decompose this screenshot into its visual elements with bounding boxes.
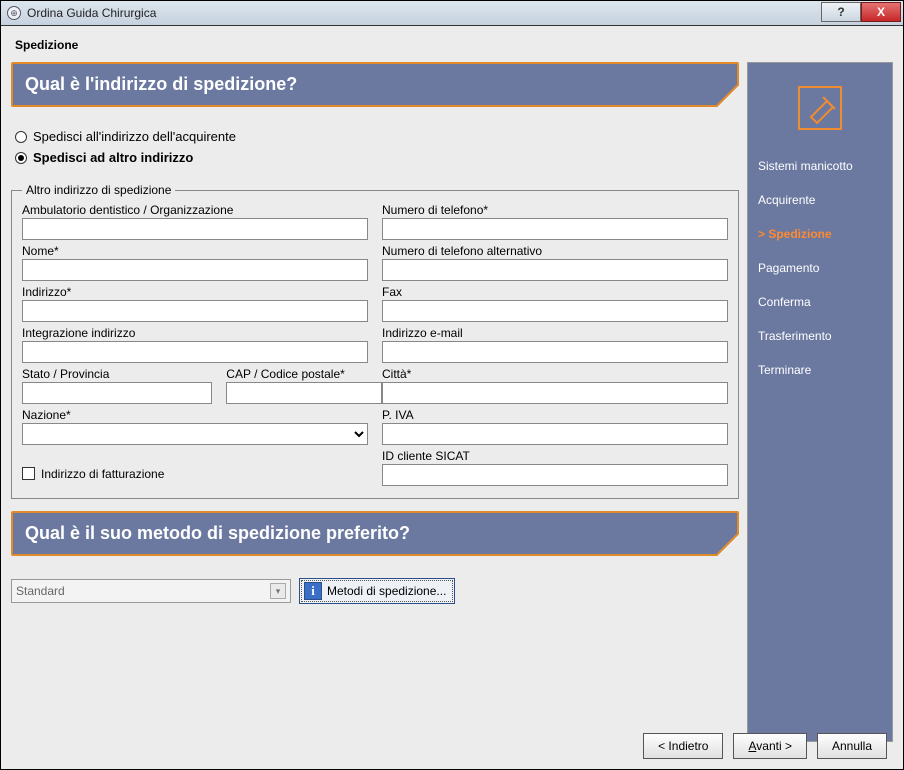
- chevron-down-icon: ▾: [270, 583, 286, 599]
- sidebar-step-payment[interactable]: Pagamento: [756, 251, 884, 285]
- close-button[interactable]: X: [861, 2, 901, 22]
- ship-method-value: Standard: [16, 584, 65, 598]
- sidebar-step-buyer[interactable]: Acquirente: [756, 183, 884, 217]
- banner-method-text: Qual è il suo metodo di spedizione prefe…: [25, 523, 410, 543]
- radio-ship-to-other-label: Spedisci ad altro indirizzo: [33, 150, 193, 165]
- sidebar-step-sleeves[interactable]: Sistemi manicotto: [756, 149, 884, 183]
- next-button[interactable]: Avanti >: [733, 733, 807, 759]
- content-area: Spedizione Qual è l'indirizzo di spedizi…: [1, 26, 903, 769]
- input-sicat-id[interactable]: [382, 464, 728, 486]
- label-province: Stato / Provincia: [22, 367, 212, 381]
- fieldset-legend: Altro indirizzo di spedizione: [22, 183, 175, 197]
- checkbox-icon: [22, 467, 35, 480]
- select-country[interactable]: [22, 423, 368, 445]
- ship-methods-info-label: Metodi di spedizione...: [327, 584, 446, 598]
- info-icon: i: [304, 582, 322, 600]
- left-column: Qual è l'indirizzo di spedizione? Spedis…: [11, 62, 739, 742]
- label-address: Indirizzo*: [22, 285, 368, 299]
- label-fax: Fax: [382, 285, 728, 299]
- ship-method-select[interactable]: Standard ▾: [11, 579, 291, 603]
- sidebar-step-transfer[interactable]: Trasferimento: [756, 319, 884, 353]
- label-postal: CAP / Codice postale*: [226, 367, 382, 381]
- input-city[interactable]: [382, 382, 728, 404]
- label-email: Indirizzo e-mail: [382, 326, 728, 340]
- radio-ship-to-buyer[interactable]: Spedisci all'indirizzo dell'acquirente: [15, 129, 735, 144]
- billing-checkbox-row[interactable]: Indirizzo di fatturazione: [22, 461, 368, 486]
- input-postal[interactable]: [226, 382, 382, 404]
- dialog-window: ⊕ Ordina Guida Chirurgica ? X Spedizione…: [0, 0, 904, 770]
- input-email[interactable]: [382, 341, 728, 363]
- radio-ship-to-other[interactable]: Spedisci ad altro indirizzo: [15, 150, 735, 165]
- input-org[interactable]: [22, 218, 368, 240]
- window-title: Ordina Guida Chirurgica: [27, 6, 156, 20]
- label-org: Ambulatorio dentistico / Organizzazione: [22, 203, 368, 217]
- label-city: Città*: [382, 367, 728, 381]
- sidebar-step-shipping[interactable]: Spedizione: [756, 217, 884, 251]
- banner-address-text: Qual è l'indirizzo di spedizione?: [25, 74, 297, 94]
- app-icon: ⊕: [7, 6, 21, 20]
- sidebar-logo: [756, 73, 884, 143]
- ship-methods-info-button[interactable]: i Metodi di spedizione...: [299, 578, 455, 604]
- sidebar-step-confirm[interactable]: Conferma: [756, 285, 884, 319]
- sidebar-step-finish[interactable]: Terminare: [756, 353, 884, 387]
- input-fax[interactable]: [382, 300, 728, 322]
- input-piva[interactable]: [382, 423, 728, 445]
- radio-ship-to-buyer-label: Spedisci all'indirizzo dell'acquirente: [33, 129, 236, 144]
- banner-address-question: Qual è l'indirizzo di spedizione?: [11, 62, 739, 107]
- label-name: Nome*: [22, 244, 368, 258]
- banner-corner-fold: [715, 532, 739, 556]
- cancel-button[interactable]: Annulla: [817, 733, 887, 759]
- label-phone: Numero di telefono*: [382, 203, 728, 217]
- footer-buttons: < Indietro Avanti > Annulla: [643, 733, 887, 759]
- input-name[interactable]: [22, 259, 368, 281]
- label-address2: Integrazione indirizzo: [22, 326, 368, 340]
- input-phone[interactable]: [382, 218, 728, 240]
- label-sicat-id: ID cliente SICAT: [382, 449, 728, 463]
- input-address2[interactable]: [22, 341, 368, 363]
- label-piva: P. IVA: [382, 408, 728, 422]
- radio-icon: [15, 152, 27, 164]
- banner-method-question: Qual è il suo metodo di spedizione prefe…: [11, 511, 739, 556]
- fieldset-other-address: Altro indirizzo di spedizione Ambulatori…: [11, 183, 739, 499]
- label-alt-phone: Numero di telefono alternativo: [382, 244, 728, 258]
- sidebar: Sistemi manicotto Acquirente Spedizione …: [747, 62, 893, 742]
- banner-corner-fold: [715, 83, 739, 107]
- radio-icon: [15, 131, 27, 143]
- input-province[interactable]: [22, 382, 212, 404]
- back-button[interactable]: < Indietro: [643, 733, 723, 759]
- section-title: Spedizione: [15, 38, 893, 52]
- input-address[interactable]: [22, 300, 368, 322]
- input-alt-phone[interactable]: [382, 259, 728, 281]
- help-button[interactable]: ?: [821, 2, 861, 22]
- billing-checkbox-label: Indirizzo di fatturazione: [41, 467, 164, 481]
- titlebar: ⊕ Ordina Guida Chirurgica ? X: [1, 1, 903, 26]
- label-country: Nazione*: [22, 408, 368, 422]
- ship-to-radio-group: Spedisci all'indirizzo dell'acquirente S…: [11, 119, 739, 183]
